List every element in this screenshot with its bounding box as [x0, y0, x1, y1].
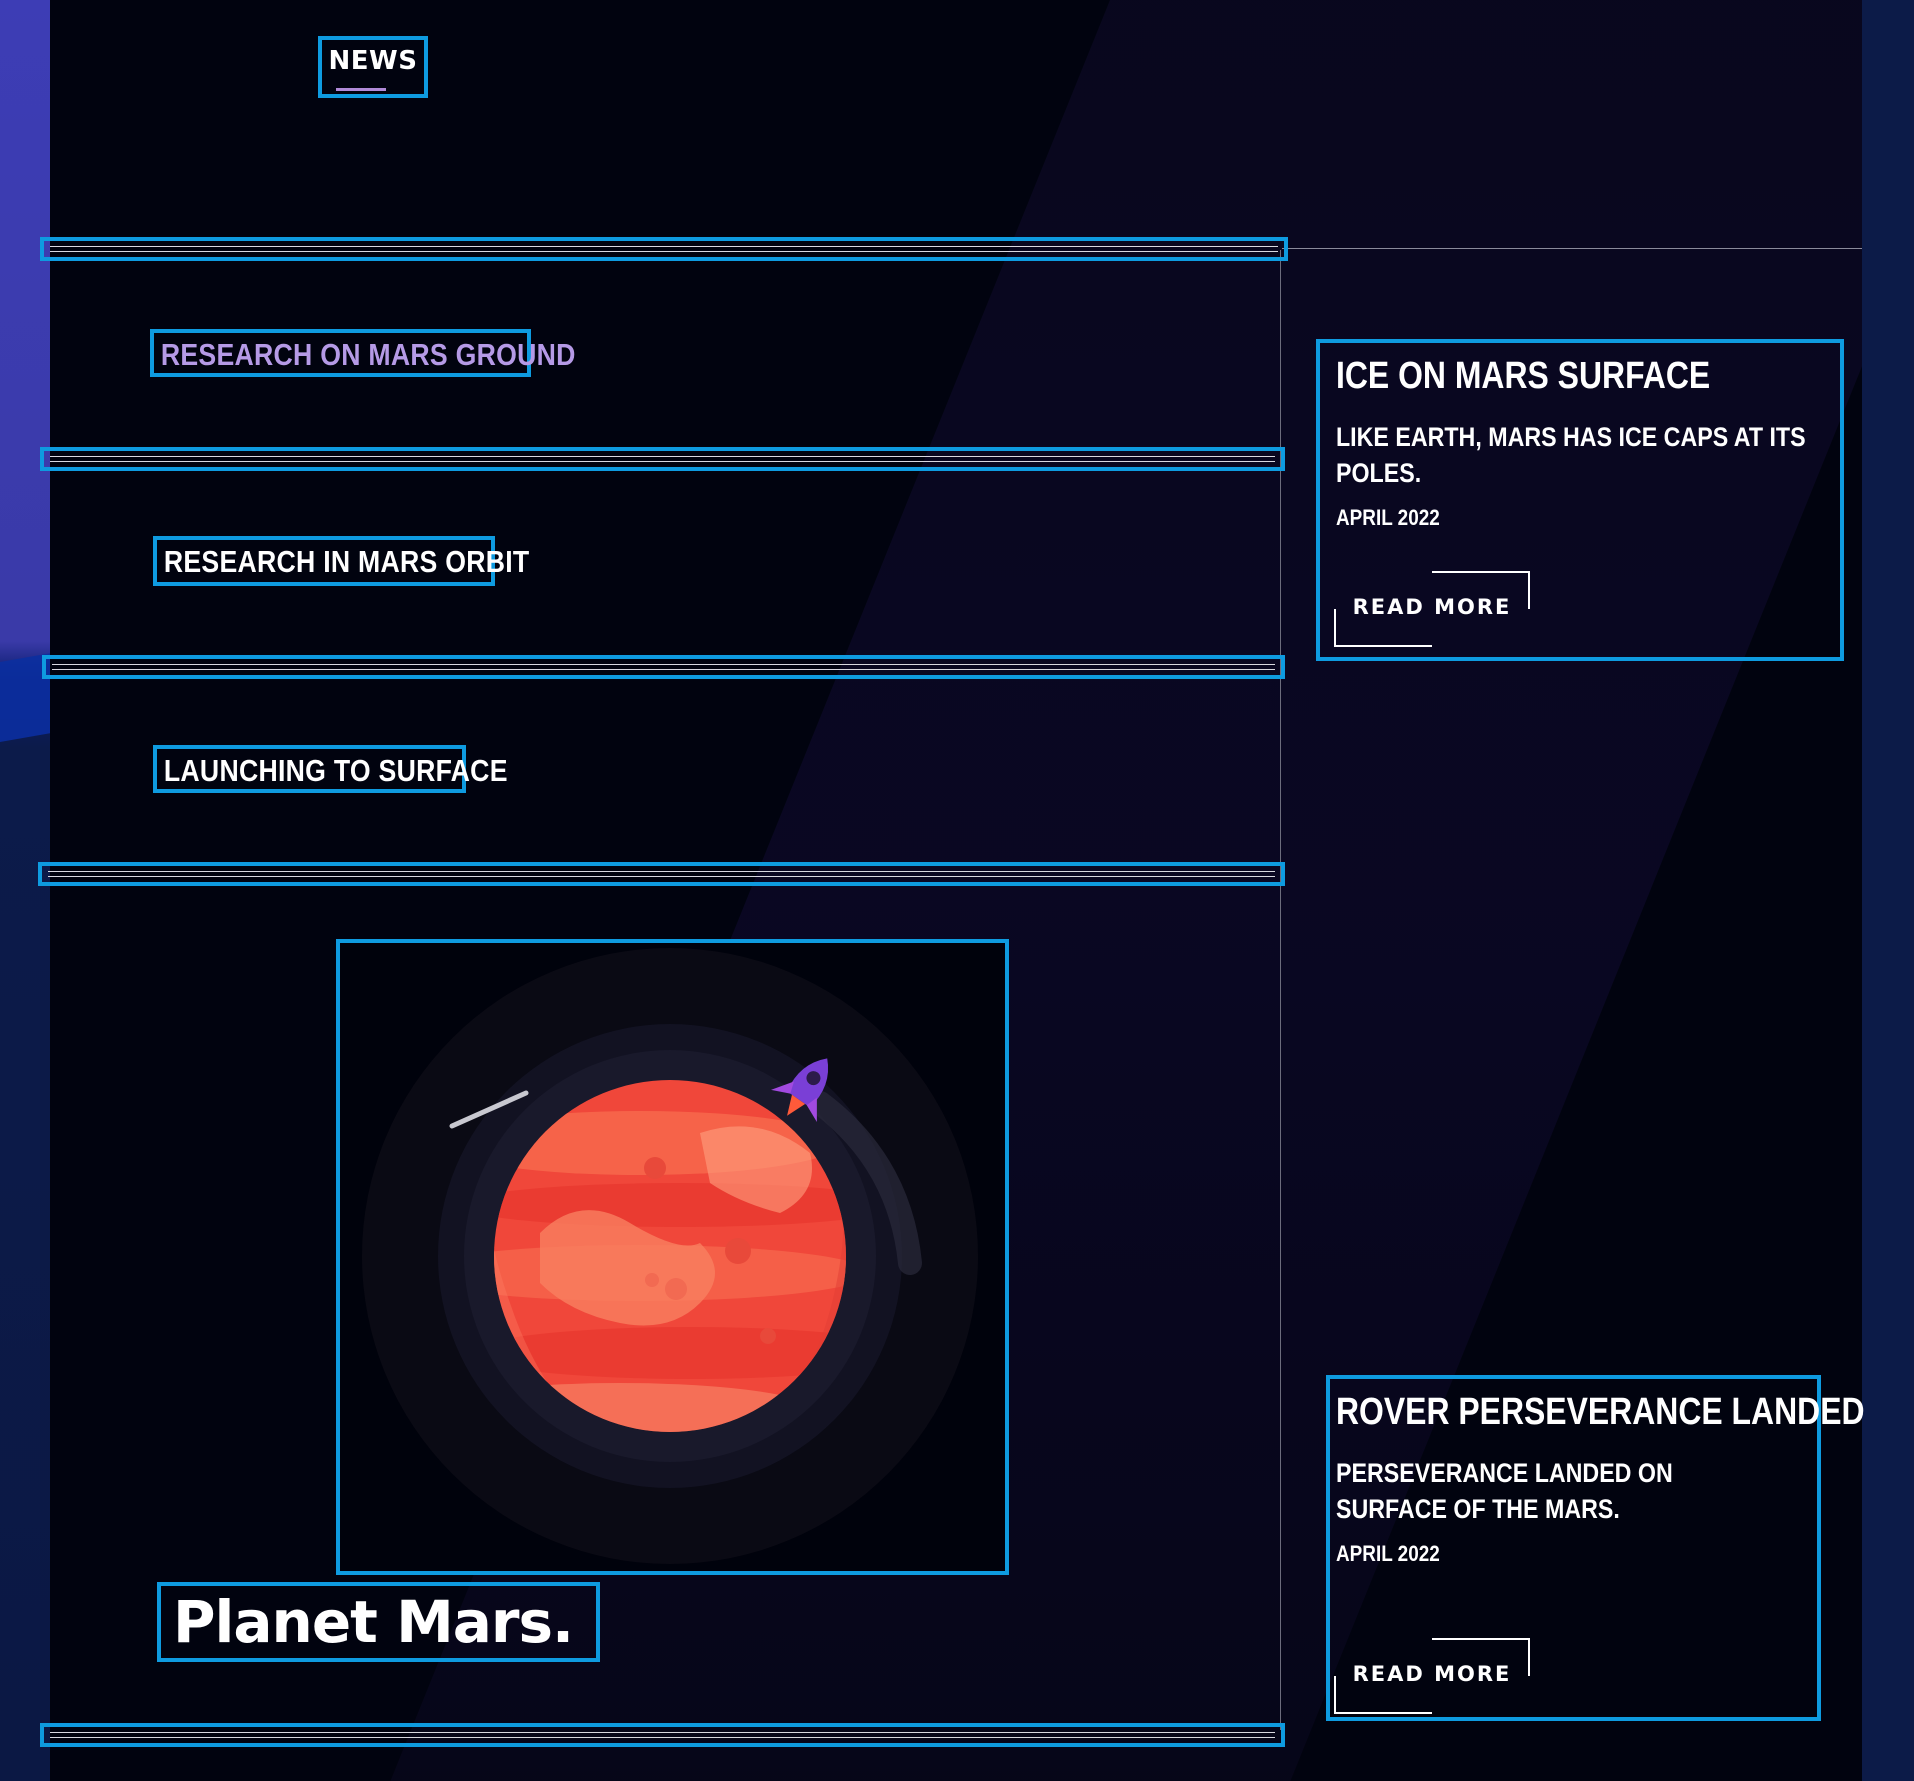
mars-planet-illustration [362, 948, 978, 1564]
nav-news-link[interactable]: NEWS [318, 36, 428, 98]
hero-title: Planet Mars. [173, 1588, 574, 1656]
topic-research-ground-label: RESEARCH ON MARS GROUND [160, 337, 576, 372]
card-rover-title: ROVER PERSEVERANCE LANDED [1336, 1391, 1865, 1433]
topic-launching-surface[interactable]: LAUNCHING TO SURFACE [153, 745, 508, 793]
divider-3 [42, 655, 1285, 679]
column-separator [1280, 250, 1281, 1730]
nav-news-label: NEWS [328, 46, 418, 76]
card-rover-text: PERSEVERANCE LANDED ON SURFACE OF THE MA… [1336, 1458, 1673, 1524]
card-ice-read-more-label: READ MORE [1352, 595, 1512, 619]
topic-launching-surface-label: LAUNCHING TO SURFACE [163, 753, 508, 788]
divider-5 [40, 1723, 1285, 1747]
divider-4 [38, 862, 1285, 886]
right-decorative-strip [1862, 0, 1914, 1781]
left-decorative-strip [0, 0, 50, 1781]
card-ice-date: APRIL 2022 [1336, 505, 1440, 530]
card-ice-text: LIKE EARTH, MARS HAS ICE CAPS AT ITS POL… [1336, 422, 1806, 488]
divider-1 [40, 237, 1288, 261]
topic-research-ground[interactable]: RESEARCH ON MARS GROUND [150, 329, 576, 377]
divider-2 [40, 447, 1285, 471]
topic-research-orbit-label: RESEARCH IN MARS ORBIT [163, 544, 530, 579]
page: NEWS RESEARCH ON MARS GROUND RESEARCH IN… [0, 0, 1914, 1781]
card-rover-read-more-button[interactable]: READ MORE [1334, 1638, 1530, 1714]
top-horizontal-rule [1282, 248, 1862, 249]
card-ice-read-more-button[interactable]: READ MORE [1334, 571, 1530, 647]
hero-title-box: Planet Mars. [157, 1582, 600, 1662]
nav-news-underline [336, 88, 386, 91]
planet-image-frame [336, 939, 1009, 1575]
card-rover-read-more-label: READ MORE [1352, 1662, 1512, 1686]
card-ice-title: ICE ON MARS SURFACE [1336, 355, 1711, 397]
card-rover-date: APRIL 2022 [1336, 1541, 1440, 1566]
topic-research-orbit[interactable]: RESEARCH IN MARS ORBIT [153, 536, 530, 586]
